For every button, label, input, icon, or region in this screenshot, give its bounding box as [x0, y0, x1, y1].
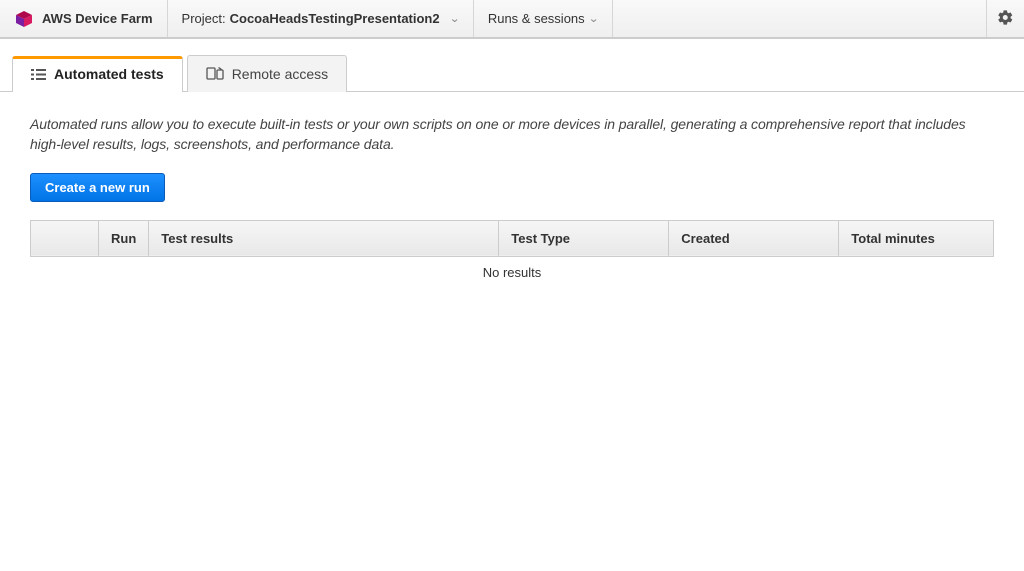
column-header-blank[interactable] [31, 220, 99, 256]
gear-icon [997, 9, 1014, 29]
project-value: CocoaHeadsTestingPresentation2 [230, 11, 440, 26]
tab-label: Remote access [232, 66, 328, 82]
column-header-total-minutes[interactable]: Total minutes [839, 220, 994, 256]
automated-tests-panel: Automated runs allow you to execute buil… [0, 92, 1024, 310]
aws-device-farm-logo-icon [14, 9, 34, 29]
column-header-run[interactable]: Run [99, 220, 149, 256]
list-icon [31, 68, 46, 81]
tab-automated-tests[interactable]: Automated tests [12, 56, 183, 92]
tab-remote-access[interactable]: Remote access [187, 55, 347, 92]
empty-results-message: No results [30, 257, 994, 288]
runs-table: Run Test results Test Type Created Total… [30, 220, 994, 257]
content-area: Automated tests Remote access Automated … [0, 39, 1024, 310]
intro-text: Automated runs allow you to execute buil… [30, 114, 994, 155]
settings-button[interactable] [986, 0, 1024, 37]
table-header-row: Run Test results Test Type Created Total… [31, 220, 994, 256]
tab-label: Automated tests [54, 66, 164, 82]
column-header-created[interactable]: Created [669, 220, 839, 256]
column-header-test-results[interactable]: Test results [149, 220, 499, 256]
create-new-run-button[interactable]: Create a new run [30, 173, 165, 202]
topbar: AWS Device Farm Project: CocoaHeadsTesti… [0, 0, 1024, 39]
topbar-spacer [613, 0, 986, 37]
chevron-down-icon: ⌄ [449, 12, 460, 25]
project-dropdown[interactable]: Project: CocoaHeadsTestingPresentation2 … [168, 0, 474, 37]
devices-icon [206, 67, 224, 81]
column-header-test-type[interactable]: Test Type [499, 220, 669, 256]
runs-sessions-label: Runs & sessions [488, 11, 585, 26]
service-home-link[interactable]: AWS Device Farm [0, 0, 168, 37]
runs-sessions-dropdown[interactable]: Runs & sessions ⌄ [474, 0, 613, 37]
project-label: Project: [182, 11, 226, 26]
service-title: AWS Device Farm [42, 11, 153, 26]
tabs: Automated tests Remote access [0, 54, 1024, 92]
chevron-down-icon: ⌄ [588, 12, 599, 25]
